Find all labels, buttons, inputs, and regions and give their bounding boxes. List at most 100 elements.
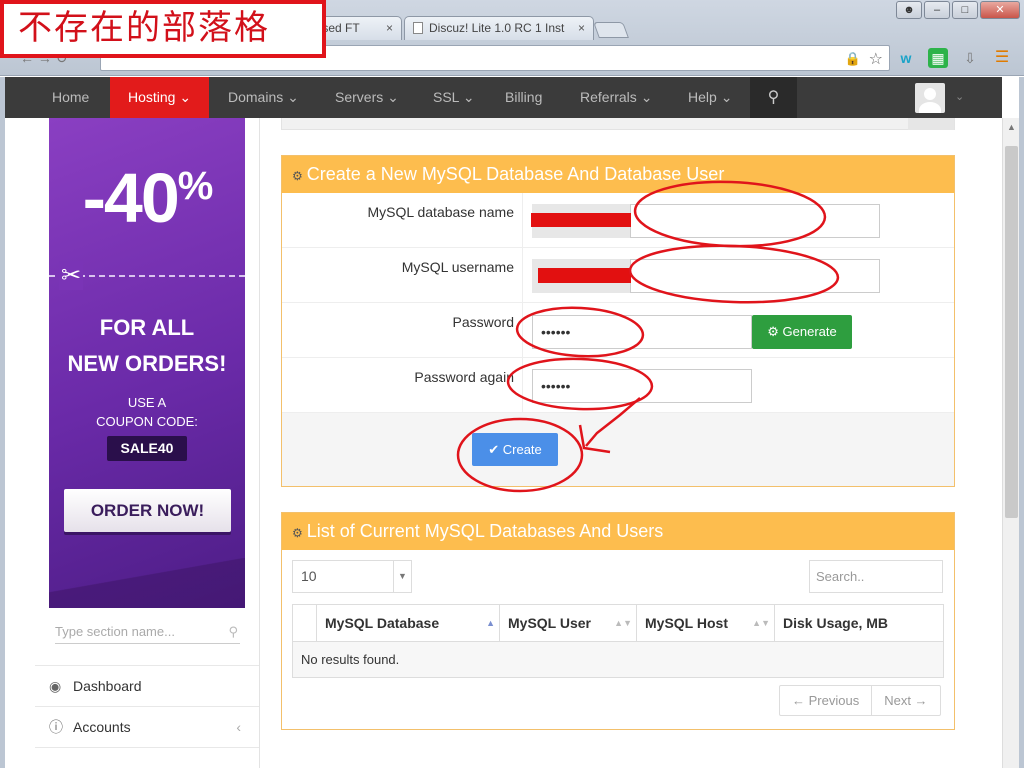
tab-close-icon[interactable]: ×	[386, 17, 393, 39]
nav-hosting[interactable]: Hosting ⌄	[110, 77, 210, 125]
section-search-placeholder: Type section name...	[55, 624, 175, 639]
nav-referrals[interactable]: Referrals ⌄	[580, 77, 652, 118]
promo-coupon-text: USE A COUPON CODE:	[49, 393, 245, 431]
maximize-icon[interactable]: □	[952, 1, 978, 19]
lock-icon: 🔒	[844, 51, 861, 66]
password-again-input[interactable]: ••••••	[532, 369, 752, 403]
sidebar-item-dashboard[interactable]: ◉ Dashboard	[35, 665, 259, 706]
promo-use-2: COUPON CODE:	[96, 414, 198, 429]
sidebar-item-accounts[interactable]: ⓘ Accounts ‹	[35, 706, 259, 747]
db-prefix-box	[532, 204, 630, 238]
coupon-code-badge: SALE40	[107, 436, 187, 461]
avatar[interactable]	[915, 83, 945, 113]
generate-button[interactable]: ⚙ Generate	[752, 315, 852, 349]
column-label: MySQL User	[508, 615, 591, 631]
scroll-up-icon[interactable]: ▲	[1007, 122, 1016, 132]
scrollbar-thumb[interactable]	[1005, 146, 1018, 518]
tab-title: Discuz! Lite 1.0 RC 1 Inst	[429, 21, 565, 35]
new-tab-button[interactable]	[593, 22, 629, 38]
sidebar-item-partial[interactable]	[35, 747, 259, 768]
db-name-input[interactable]	[630, 204, 880, 238]
promo-line-2: NEW ORDERS!	[67, 351, 227, 376]
star-icon[interactable]: ☆	[869, 49, 883, 69]
tab-close-icon[interactable]: ×	[578, 17, 585, 39]
table-header: MySQL Database ▲ MySQL User ▲▼ MySQL Host ▲…	[293, 605, 943, 642]
create-button[interactable]: ✔ Create	[472, 433, 558, 466]
next-page-button[interactable]: Next →	[871, 686, 939, 715]
browser-tab[interactable]: Discuz! Lite 1.0 RC 1 Inst ×	[404, 16, 594, 40]
gears-icon: ⚙	[292, 526, 303, 540]
password-input[interactable]: ••••••	[532, 315, 752, 349]
section-search-input[interactable]: Type section name... ⚲	[55, 620, 240, 644]
column-label: MySQL Database	[325, 615, 440, 631]
column-header-host[interactable]: MySQL Host ▲▼	[636, 605, 774, 641]
chevron-down-icon: ⌄	[287, 89, 299, 105]
form-row-db-name: MySQL database name	[282, 193, 954, 248]
sidebar: -40% ✂ FOR ALL NEW ORDERS! USE A COUPON …	[35, 118, 260, 768]
previous-page-button[interactable]: ← Previous	[780, 686, 871, 715]
order-now-button[interactable]: ORDER NOW!	[64, 489, 231, 532]
chevron-down-icon: ⌄	[720, 89, 733, 105]
column-header-user[interactable]: MySQL User ▲▼	[499, 605, 636, 641]
chevron-down-icon[interactable]: ⌄	[955, 77, 964, 118]
nav-servers[interactable]: Servers ⌄	[335, 77, 399, 118]
sidebar-item-label: Dashboard	[73, 678, 142, 694]
user-icon[interactable]: ☻	[896, 1, 922, 19]
username-input[interactable]	[630, 259, 880, 293]
window-border	[1019, 77, 1024, 768]
form-row-password-again: Password again ••••••	[282, 358, 954, 413]
gears-icon: ⚙	[292, 169, 303, 183]
caret-down-icon: ▼	[393, 561, 411, 592]
create-footer: ✔ Create	[282, 413, 954, 486]
promo-headline: FOR ALL NEW ORDERS!	[49, 310, 245, 382]
promo-banner[interactable]: -40% ✂ FOR ALL NEW ORDERS! USE A COUPON …	[49, 118, 245, 608]
blog-watermark-label: 不存在的部落格	[0, 0, 326, 58]
chevron-down-icon: ⌄	[462, 89, 475, 105]
nav-ssl[interactable]: SSL ⌄	[433, 77, 475, 118]
search-icon[interactable]: ⚲	[750, 77, 797, 118]
download-icon[interactable]: ⇩	[960, 48, 980, 68]
panel-title: ⚙ Create a New MySQL Database And Databas…	[282, 156, 954, 193]
panel-title: ⚙ List of Current MySQL Databases And Use…	[282, 513, 954, 550]
discount-value: -40	[82, 159, 180, 237]
nav-help-label: Help	[688, 89, 717, 105]
empty-table-row: No results found.	[293, 642, 943, 677]
promo-decoration	[49, 558, 245, 608]
minimize-icon[interactable]: –	[924, 1, 950, 19]
password-again-label: Password again	[414, 369, 514, 385]
window-close-icon[interactable]: ✕	[980, 1, 1020, 19]
table-search-input[interactable]: Search..	[809, 560, 943, 593]
nav-hosting-label: Hosting	[128, 89, 176, 105]
scissors-icon: ✂	[59, 261, 84, 290]
column-header-blank	[293, 605, 316, 641]
row-divider	[522, 303, 523, 358]
palette-icon: ◉	[49, 678, 62, 694]
form-row-username: MySQL username	[282, 248, 954, 303]
document-icon	[413, 22, 423, 34]
row-divider	[522, 193, 523, 248]
menu-icon[interactable]: ☰	[992, 48, 1012, 68]
info-icon: ⓘ	[49, 719, 63, 735]
database-list-panel: ⚙ List of Current MySQL Databases And Use…	[281, 512, 955, 730]
sort-ascending-icon: ▲	[486, 618, 495, 628]
promo-use-1: USE A	[127, 395, 167, 410]
column-header-database[interactable]: MySQL Database ▲	[316, 605, 499, 641]
vertical-scrollbar[interactable]: ▲	[1002, 118, 1019, 768]
page-length-select[interactable]: 10 ▼	[292, 560, 412, 593]
column-header-disk-usage[interactable]: Disk Usage, MB	[774, 605, 943, 641]
grid-extension-icon[interactable]: ▦	[928, 48, 948, 68]
nav-home[interactable]: Home	[52, 77, 89, 118]
page-length-value: 10	[301, 568, 317, 584]
nav-domains[interactable]: Domains ⌄	[228, 77, 299, 118]
column-label: Disk Usage, MB	[783, 615, 889, 631]
generate-label: Generate	[782, 324, 837, 339]
sort-icon: ▲▼	[614, 618, 632, 628]
w-extension-icon[interactable]: w	[896, 48, 916, 68]
nav-billing[interactable]: Billing	[505, 77, 542, 118]
nav-help[interactable]: Help ⌄	[688, 77, 732, 118]
row-divider	[522, 248, 523, 303]
create-label: Create	[502, 442, 542, 457]
search-icon: ⚲	[228, 624, 238, 639]
panel-edge-block	[908, 118, 954, 130]
create-panel-title: Create a New MySQL Database And Database…	[306, 164, 725, 184]
